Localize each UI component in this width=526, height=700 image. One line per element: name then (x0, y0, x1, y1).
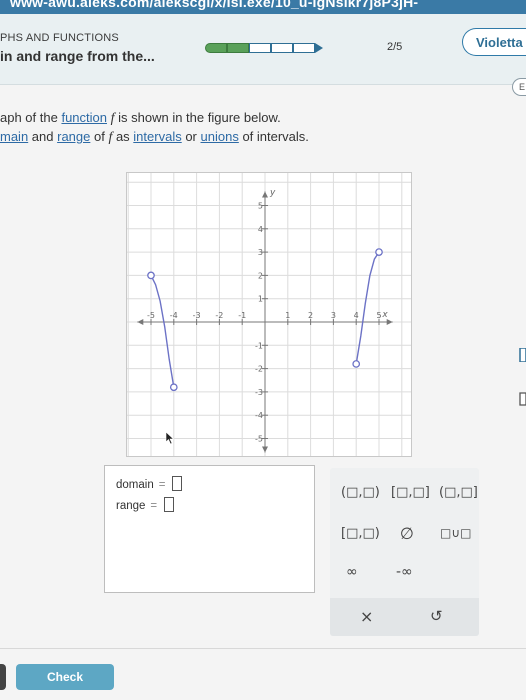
side-tab-button[interactable]: E (512, 78, 526, 96)
undo-icon[interactable]: ↺ (430, 607, 443, 625)
graph-svg: -5 -4 -3 -2 -1 1 2 3 4 5 5 4 3 2 1 -1 -2 -3 -4 -5 x y (127, 173, 411, 463)
progress-arrow-icon (315, 43, 323, 53)
function-curve (150, 275, 175, 388)
topic-label: PHS AND FUNCTIONS (0, 32, 119, 44)
y-tick-label: 2 (258, 271, 263, 280)
progress-segment (271, 43, 293, 53)
y-tick-label: 3 (258, 248, 263, 257)
progress-segment (205, 43, 227, 53)
key-empty-set[interactable]: ∅ (400, 524, 414, 543)
progress-count: 2/5 (387, 41, 403, 53)
domain-row: domain = (116, 476, 183, 491)
domain-link[interactable]: main (0, 129, 28, 144)
key-negative-infinity[interactable]: -∞ (396, 564, 413, 580)
footer-divider (0, 648, 526, 649)
open-endpoint (375, 248, 383, 256)
y-tick-label: -4 (255, 411, 263, 420)
open-endpoint (169, 383, 178, 392)
question-line-2: main and range of f as intervals or unio… (0, 129, 309, 145)
x-tick-label: -4 (170, 311, 178, 320)
answer-panel: domain = range = (104, 465, 315, 593)
side-bracket-icon (519, 348, 526, 362)
x-tick-label: -3 (193, 311, 201, 320)
key-closed-open[interactable]: [□,□) (341, 526, 380, 541)
check-button[interactable]: Check (16, 664, 114, 690)
intervals-link[interactable]: intervals (133, 129, 181, 144)
y-axis-label: y (269, 188, 276, 198)
progress-segment (249, 43, 271, 53)
x-tick-label: -1 (238, 311, 246, 320)
url-text: www-awu.aleks.com/alekscgi/x/Isl.exe/10_… (10, 0, 419, 10)
y-tick-label: -1 (255, 341, 263, 350)
x-tick-label: 4 (354, 311, 359, 320)
browser-url-bar[interactable]: www-awu.aleks.com/alekscgi/x/Isl.exe/10_… (0, 0, 526, 14)
open-endpoint (147, 271, 155, 280)
function-link[interactable]: function (61, 110, 107, 125)
x-axis-arrow-icon (137, 319, 144, 325)
range-row: range = (116, 497, 175, 512)
interval-keypad: (□,□) [□,□] (□,□] [□,□) ∅ □∪□ ∞ -∞ × ↺ (330, 468, 479, 636)
x-tick-label: 5 (376, 311, 381, 320)
function-graph: -5 -4 -3 -2 -1 1 2 3 4 5 5 4 3 2 1 -1 -2 -3 -4 -5 x y (126, 172, 412, 463)
x-tick-label: -2 (215, 311, 223, 320)
key-open-open[interactable]: (□,□) (341, 485, 380, 500)
y-tick-label: 4 (258, 225, 263, 234)
question-line-1: aph of the function f is shown in the fi… (0, 110, 281, 126)
x-axis-label: x (381, 310, 388, 320)
key-infinity[interactable]: ∞ (346, 564, 358, 580)
keypad-action-bar: × ↺ (330, 598, 479, 636)
side-book-icon[interactable] (516, 392, 526, 406)
y-tick-label: -3 (255, 388, 263, 397)
mouse-cursor-icon (165, 431, 175, 445)
key-union[interactable]: □∪□ (440, 526, 471, 540)
problem-title: in and range from the... (0, 48, 155, 64)
key-open-closed[interactable]: (□,□] (439, 485, 478, 500)
assignment-header: PHS AND FUNCTIONS in and range from the.… (0, 14, 526, 85)
x-tick-label: -5 (147, 311, 155, 320)
user-menu-button[interactable]: Violetta (462, 28, 526, 56)
left-drawer-handle[interactable] (0, 664, 6, 690)
function-curve (355, 251, 380, 365)
progress-segment (227, 43, 249, 53)
progress-segment (293, 43, 315, 53)
open-endpoint (352, 360, 361, 368)
y-axis-arrow-icon (262, 191, 268, 198)
x-tick-label: 1 (285, 311, 290, 320)
domain-label: domain (116, 479, 154, 491)
clear-icon[interactable]: × (360, 607, 373, 626)
domain-input[interactable] (172, 476, 183, 491)
range-link[interactable]: range (57, 129, 90, 144)
y-tick-label: -5 (255, 435, 263, 444)
key-closed-closed[interactable]: [□,□] (391, 485, 430, 500)
y-axis-arrow-icon (262, 446, 268, 453)
progress-bar: 2/5 (205, 41, 402, 53)
y-tick-label: 5 (258, 202, 263, 211)
unions-link[interactable]: unions (201, 129, 239, 144)
x-tick-label: 2 (308, 311, 313, 320)
x-tick-label: 3 (331, 311, 336, 320)
y-tick-label: -2 (255, 365, 263, 374)
range-input[interactable] (164, 497, 175, 512)
y-tick-label: 1 (258, 295, 263, 304)
range-label: range (116, 500, 146, 512)
